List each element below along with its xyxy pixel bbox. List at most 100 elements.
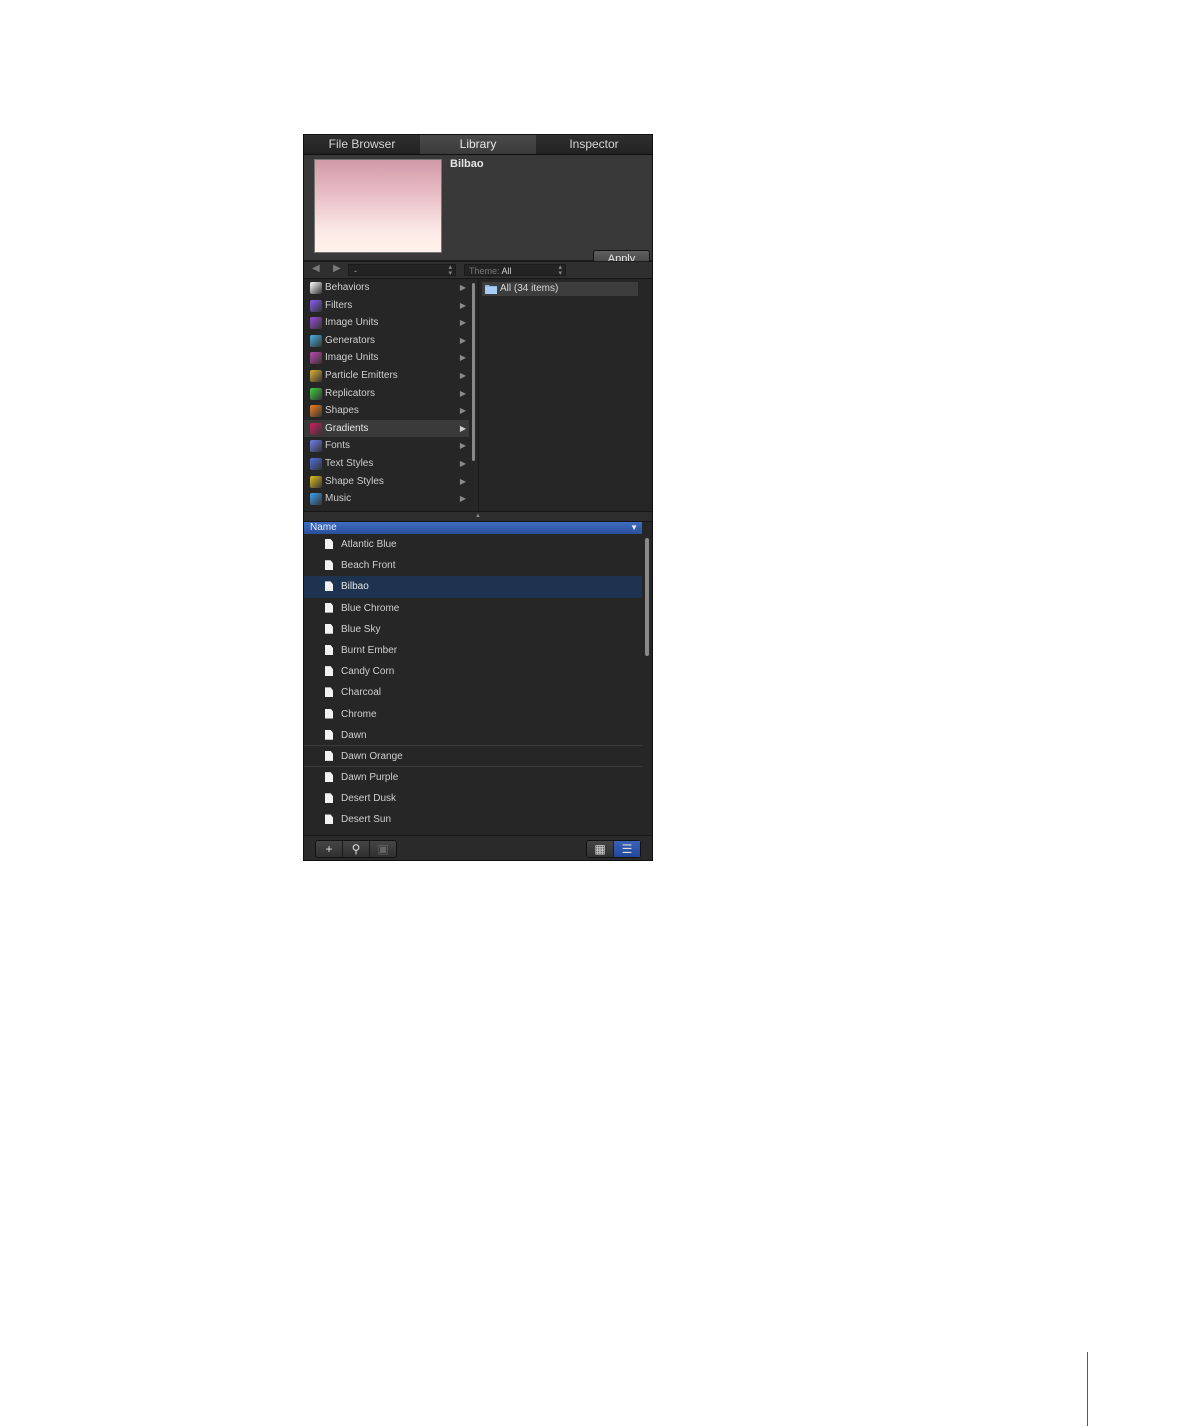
- page-margin-rule: [1087, 1352, 1088, 1426]
- list-item-label: Blue Chrome: [341, 602, 400, 614]
- theme-label: Theme:: [469, 266, 500, 276]
- back-icon[interactable]: ◀: [312, 263, 320, 274]
- list-scrollbar[interactable]: [645, 538, 649, 656]
- disclosure-arrow-icon: ▶: [459, 335, 466, 345]
- disclosure-arrow-icon: ▶: [459, 458, 466, 468]
- list-item[interactable]: Candy Corn: [304, 661, 642, 682]
- tab-file-browser[interactable]: File Browser: [304, 135, 420, 154]
- list-item[interactable]: Bilbao: [304, 576, 642, 598]
- list-header-name[interactable]: Name ▼: [304, 522, 642, 534]
- category-scrollbar[interactable]: [472, 283, 475, 461]
- list-item[interactable]: Dawn Purple: [304, 767, 642, 788]
- category-item[interactable]: Image Units ▶: [304, 314, 469, 332]
- icon-view-icon[interactable]: ▦: [587, 841, 614, 857]
- shapes-icon: [310, 405, 322, 418]
- category-label: Image Units: [325, 317, 379, 329]
- document-icon: [325, 772, 333, 783]
- theme-popup[interactable]: Theme: All ▴ ▾: [464, 264, 566, 277]
- folder-all-items[interactable]: All (34 items): [482, 282, 638, 296]
- category-item[interactable]: Generators ▶: [304, 332, 469, 350]
- category-label: Filters: [325, 299, 353, 311]
- category-item[interactable]: Gradients ▶: [304, 419, 469, 438]
- category-item[interactable]: Behaviors ▶: [304, 279, 469, 297]
- document-icon: [325, 814, 333, 825]
- category-item[interactable]: Text Styles ▶: [304, 455, 469, 473]
- sort-descending-icon: ▼: [630, 523, 638, 532]
- gear-icon: [310, 282, 322, 294]
- image-units-icon: [310, 317, 322, 330]
- category-item[interactable]: Filters ▶: [304, 297, 469, 315]
- document-icon: [325, 687, 333, 698]
- category-item[interactable]: Shape Styles ▶: [304, 473, 469, 491]
- category-item[interactable]: Replicators ▶: [304, 385, 469, 403]
- category-label: Shapes: [325, 405, 359, 417]
- document-icon: [325, 581, 333, 592]
- path-popup[interactable]: - ▴ ▾: [348, 264, 456, 277]
- document-icon: [325, 539, 333, 549]
- tab-inspector[interactable]: Inspector: [536, 135, 652, 154]
- list-item[interactable]: Dawn: [304, 725, 642, 746]
- list-item[interactable]: Blue Chrome: [304, 598, 642, 619]
- list-item[interactable]: Desert Sun: [304, 809, 642, 830]
- category-label: Gradients: [325, 422, 369, 434]
- category-label: Behaviors: [325, 282, 370, 293]
- disclosure-arrow-icon: ▶: [459, 318, 466, 328]
- column-divider: [478, 279, 479, 511]
- list-item[interactable]: Beach Front: [304, 555, 642, 576]
- list-item-label: Desert Dusk: [341, 793, 397, 805]
- add-icon[interactable]: +: [316, 841, 343, 857]
- category-item[interactable]: Shapes ▶: [304, 402, 469, 420]
- list-item[interactable]: Desert Dusk: [304, 788, 642, 809]
- list-item[interactable]: Dawn Orange: [304, 746, 642, 768]
- disclosure-arrow-icon: ▶: [459, 300, 466, 310]
- list-item-label: Desert Sun: [341, 814, 392, 826]
- forward-icon[interactable]: ▶: [333, 263, 341, 274]
- category-list: Behaviors ▶ Filters ▶ Image Units ▶ Generators…: [304, 279, 469, 511]
- replicators-icon: [310, 387, 322, 400]
- document-icon: [325, 708, 333, 719]
- document-icon: [325, 623, 333, 634]
- fonts-icon: [310, 440, 322, 453]
- list-item[interactable]: Burnt Ember: [304, 640, 642, 661]
- theme-value: All: [501, 266, 512, 276]
- library-browser: Behaviors ▶ Filters ▶ Image Units ▶ Generators…: [304, 279, 652, 511]
- list-item-label: Atlantic Blue: [341, 539, 397, 550]
- tab-library[interactable]: Library: [420, 135, 536, 154]
- category-item[interactable]: Image Units ▶: [304, 349, 469, 367]
- category-item[interactable]: Particle Emitters ▶: [304, 367, 469, 385]
- disclosure-arrow-icon: ▶: [459, 441, 466, 451]
- category-label: Particle Emitters: [325, 369, 398, 381]
- library-panel: File Browser Library Inspector Bilbao Ap…: [303, 134, 653, 861]
- category-label: Image Units: [325, 352, 379, 364]
- list-item-label: Charcoal: [341, 687, 382, 699]
- view-buttons: ▦ ☰: [586, 840, 641, 858]
- list-item[interactable]: Chrome: [304, 704, 642, 725]
- list-item[interactable]: Charcoal: [304, 682, 642, 703]
- gradients-icon: [310, 422, 322, 435]
- list-item-label: Blue Sky: [341, 623, 381, 635]
- category-item[interactable]: Fonts ▶: [304, 437, 469, 455]
- list-item[interactable]: Atlantic Blue: [304, 534, 642, 555]
- tab-bar: File Browser Library Inspector: [304, 135, 652, 155]
- list-item-label: Bilbao: [341, 581, 369, 593]
- category-item[interactable]: Photos▶: [304, 508, 469, 511]
- search-icon[interactable]: ⚲: [343, 841, 370, 857]
- generators-icon: [310, 334, 322, 347]
- item-list: Atlantic Blue Beach Front Bilbao Blue Chrom…: [304, 534, 652, 831]
- category-label: Replicators: [325, 387, 376, 399]
- import-icon[interactable]: ▣: [370, 841, 396, 857]
- list-item-label: Dawn Orange: [341, 750, 403, 762]
- list-header-label: Name: [310, 522, 337, 533]
- splitter[interactable]: ▲: [304, 511, 652, 522]
- category-label: Generators: [325, 334, 376, 346]
- filters-icon: [310, 299, 322, 312]
- music-icon: [310, 493, 322, 506]
- category-item[interactable]: Music ▶: [304, 490, 469, 508]
- document-icon: [325, 666, 333, 677]
- list-item[interactable]: Blue Sky: [304, 619, 642, 640]
- list-item-label: Dawn: [341, 729, 367, 741]
- list-item-label: Candy Corn: [341, 666, 395, 678]
- list-view-icon[interactable]: ☰: [614, 841, 640, 857]
- folder-label: All (34 items): [500, 283, 559, 294]
- document-icon: [325, 560, 333, 571]
